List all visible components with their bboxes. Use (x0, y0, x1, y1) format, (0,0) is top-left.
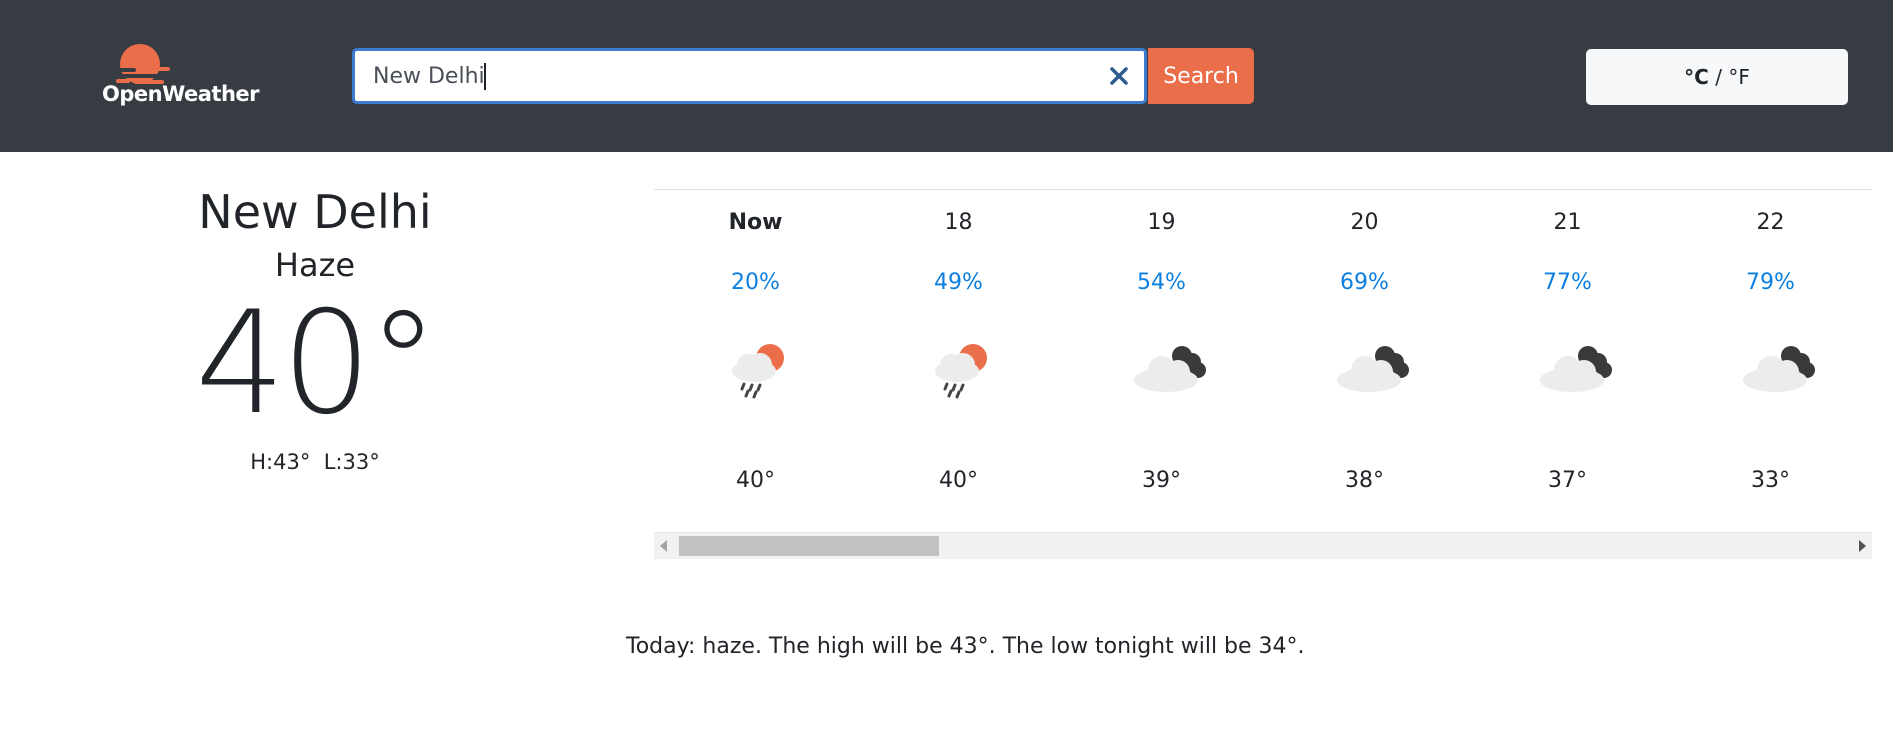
high-temp: H:43° (250, 450, 311, 475)
close-icon[interactable] (1106, 63, 1132, 89)
precipitation-chance: 69% (1340, 270, 1389, 295)
cloudy-icon (1743, 346, 1815, 392)
brand-logo[interactable]: OpenWeather (102, 44, 262, 114)
current-weather: New Delhi Haze 40° H:43° L:33° (150, 185, 480, 474)
high-low: H:43° L:33° (150, 450, 480, 474)
scroll-right-icon[interactable] (1859, 540, 1866, 552)
forecast-temp: 38° (1345, 468, 1384, 493)
unit-celsius: °C (1684, 65, 1709, 89)
precipitation-chance: 20% (731, 270, 780, 295)
precipitation-chance: 49% (934, 270, 983, 295)
cloudy-icon (1540, 346, 1612, 392)
daily-summary: Today: haze. The high will be 43°. The l… (626, 634, 1305, 659)
forecast-time: 21 (1553, 210, 1582, 235)
forecast-temp: 37° (1548, 468, 1587, 493)
unit-toggle-button[interactable]: °C / °F (1586, 49, 1848, 105)
unit-fahrenheit: °F (1728, 65, 1750, 89)
city-name: New Delhi (198, 185, 432, 239)
forecast-temp: 33° (1751, 468, 1790, 493)
cloudy-icon (1337, 346, 1409, 392)
search-box[interactable] (352, 48, 1147, 104)
precipitation-chance: 79% (1746, 270, 1795, 295)
scroll-left-icon[interactable] (660, 540, 667, 552)
forecast-time: Now (728, 210, 783, 235)
cloudy-icon (1134, 346, 1206, 392)
rain-sun-icon (732, 344, 784, 399)
weather-condition: Haze (274, 246, 356, 285)
rain-sun-icon (935, 344, 987, 399)
forecast-temp: 39° (1142, 468, 1181, 493)
hourly-forecast[interactable]: Now 20% 40° 18 49% 40° 19 54% 39° 20 69%… (654, 189, 1872, 559)
forecast-temp: 40° (736, 468, 775, 493)
precipitation-chance: 54% (1137, 270, 1186, 295)
brand-name: OpenWeather (102, 82, 260, 106)
forecast-time: 20 (1350, 210, 1379, 235)
forecast-time: 18 (944, 210, 973, 235)
forecast-time: 19 (1147, 210, 1176, 235)
forecast-time: 22 (1756, 210, 1785, 235)
precipitation-chance: 77% (1543, 270, 1592, 295)
forecast-temp: 40° (939, 468, 978, 493)
search-button[interactable]: Search (1148, 48, 1254, 104)
low-temp: L:33° (323, 450, 380, 475)
horizontal-scrollbar[interactable] (654, 532, 1872, 559)
unit-separator: / (1708, 65, 1729, 89)
top-navbar: OpenWeather Search °C / °F (0, 0, 1893, 152)
scrollbar-thumb[interactable] (679, 536, 939, 556)
search-input[interactable] (373, 51, 1073, 101)
text-caret (484, 63, 486, 90)
current-temperature: 40° (195, 281, 439, 447)
